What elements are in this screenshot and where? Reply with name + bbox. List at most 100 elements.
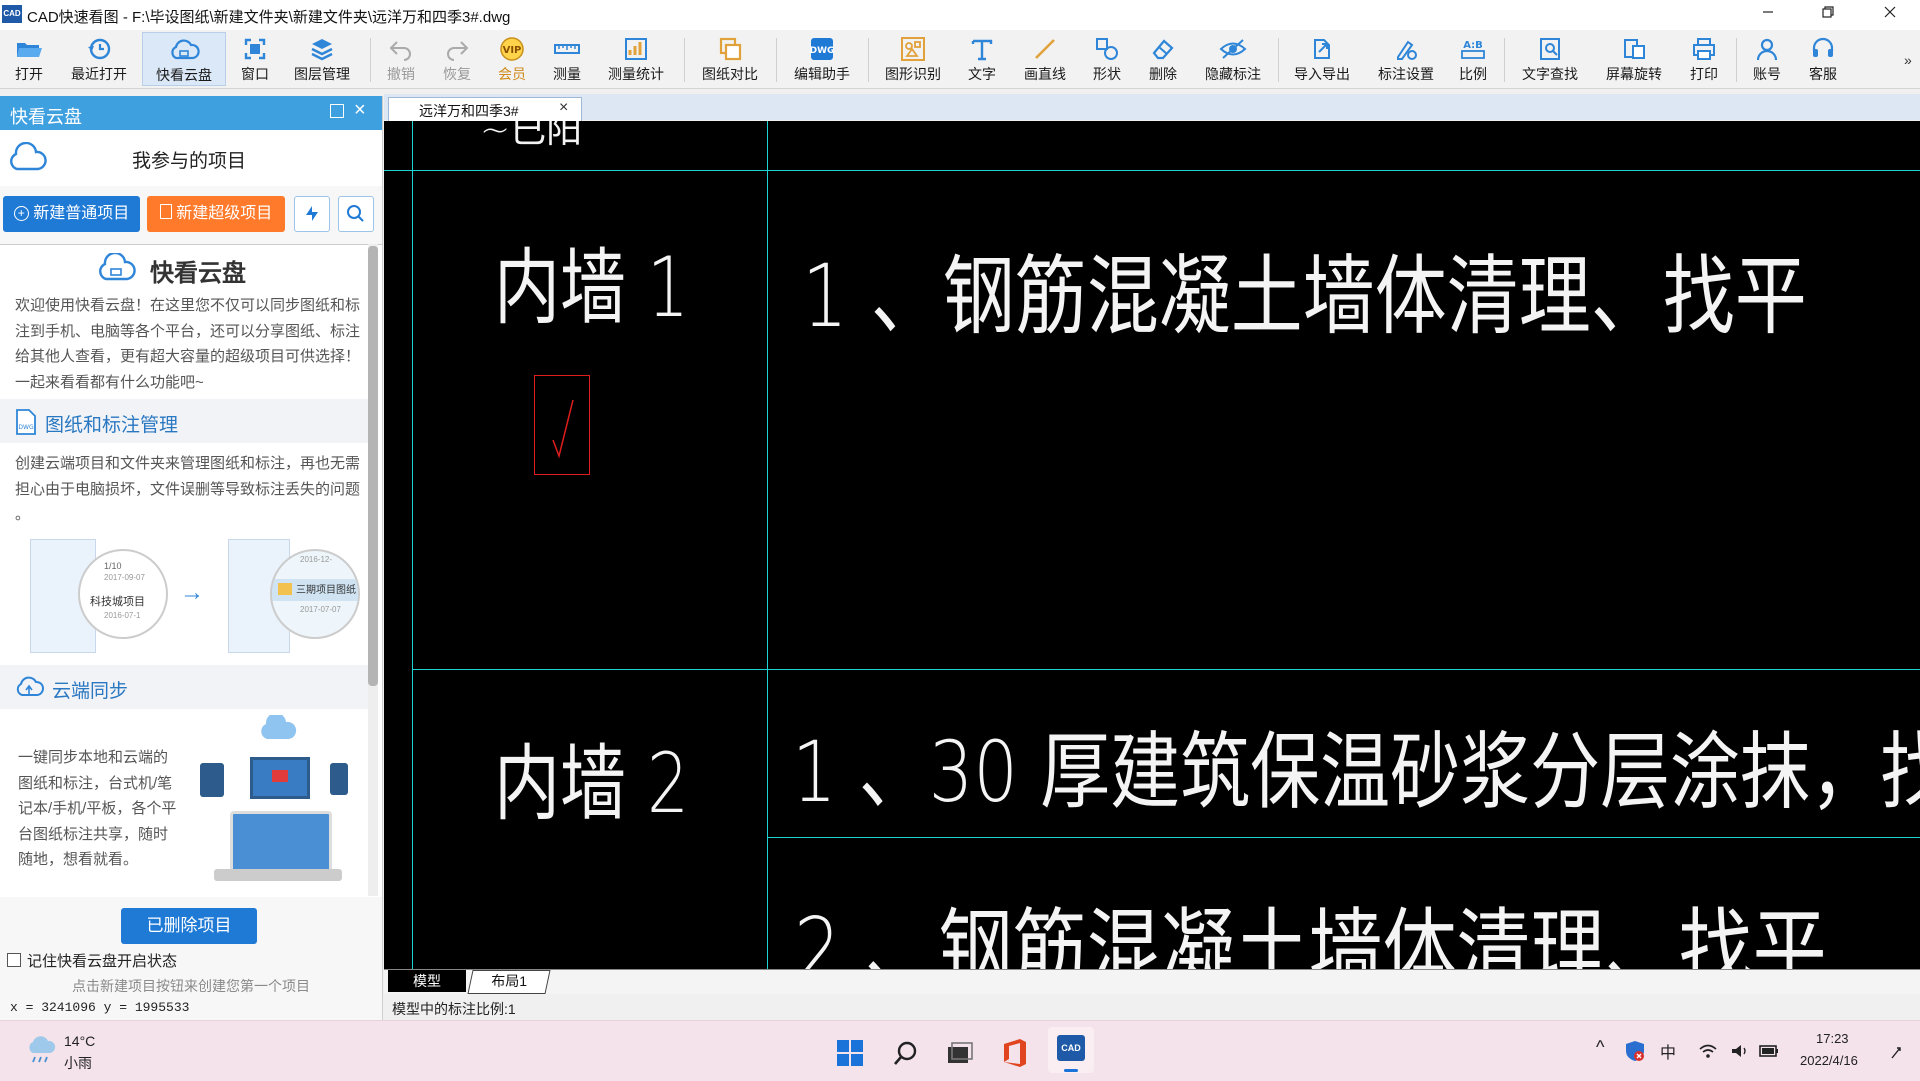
history-icon <box>88 38 111 60</box>
search-icon[interactable] <box>892 1039 920 1067</box>
volume-icon[interactable] <box>1730 1043 1750 1059</box>
toolbar-separator <box>868 38 869 82</box>
text-button[interactable]: 文字 <box>958 32 1006 86</box>
drawing-text-wall2-step2: 2 、钢筋混凝土墙体清理、找平 <box>794 899 1827 969</box>
recent-open-button[interactable]: 最近打开 <box>62 32 136 86</box>
print-button[interactable]: 打印 <box>1680 32 1728 86</box>
title-bar: CAD CAD快速看图 - F:\毕设图纸\新建文件夹\新建文件夹\远洋万和四季… <box>0 0 1920 30</box>
cloud-disk-button[interactable]: 快看云盘 <box>142 32 226 86</box>
shapes-icon <box>1096 38 1118 60</box>
measure-stats-button[interactable]: 测量统计 <box>598 32 674 86</box>
arrow-right-icon: → <box>180 579 204 606</box>
drawing-text-fragment: ~已阳 <box>480 121 583 151</box>
restore-button[interactable] <box>1800 0 1856 30</box>
plus-circle-icon: + <box>13 206 29 221</box>
tab-model[interactable]: 模型 <box>388 970 466 992</box>
cad-line <box>412 669 1920 670</box>
account-button[interactable]: 账号 <box>1744 32 1790 86</box>
customer-service-button[interactable]: 客服 <box>1800 32 1846 86</box>
empty-project-hint: 点击新建项目按钮来创建您第一个项目 <box>72 978 310 994</box>
close-button[interactable] <box>1862 0 1918 30</box>
active-app-indicator <box>1064 1069 1078 1072</box>
panel-close-icon[interactable]: × <box>354 100 366 120</box>
taskview-icon[interactable] <box>946 1039 974 1067</box>
shape-recognize-icon <box>901 37 925 61</box>
section-title: 云端同步 <box>52 681 129 702</box>
eye-hide-icon <box>1219 39 1247 59</box>
taskbar: 14°C 小雨 CAD ^ 中 17:23 2022/4/16 <box>0 1020 1920 1081</box>
cursor-coordinates: x = 3241096 y = 1995533 <box>10 1000 190 1015</box>
edit-assistant-button[interactable]: DWG 编辑助手 <box>784 32 860 86</box>
ime-indicator[interactable]: 中 <box>1660 1039 1676 1063</box>
annotation-scale-status: 模型中的标注比例:1 <box>392 1001 516 1017</box>
measure-stats-icon <box>625 38 647 60</box>
cloud-icon <box>10 142 47 171</box>
panel-header: 快看云盘 × <box>0 96 382 130</box>
draw-line-button[interactable]: 画直线 <box>1014 32 1076 86</box>
search-icon <box>347 205 364 222</box>
layers-icon <box>311 39 333 61</box>
import-export-icon <box>1314 39 1330 59</box>
rotate-screen-button[interactable]: 屏幕旋转 <box>1596 32 1672 86</box>
hide-annotations-button[interactable]: 隐藏标注 <box>1196 32 1270 86</box>
checkbox[interactable] <box>7 953 21 967</box>
close-icon[interactable]: × <box>559 99 568 117</box>
dwg-file-icon: DWG <box>16 409 36 435</box>
redo-button[interactable]: 恢复 <box>432 32 482 86</box>
window-button[interactable]: 窗口 <box>232 32 278 86</box>
weather-temperature: 14°C <box>64 1033 96 1049</box>
panel-scroll-thumb[interactable] <box>368 246 378 686</box>
cloud-icon <box>261 715 297 739</box>
minimize-button[interactable] <box>1740 0 1796 30</box>
toolbar-more-button[interactable]: » <box>1904 52 1912 68</box>
shape-recognize-button[interactable]: 图形识别 <box>876 32 950 86</box>
cloud-intro-scroll[interactable]: 快看云盘 欢迎使用快看云盘！在这里您不仅可以同步图纸和标注到手机、电脑等各个平台… <box>0 244 382 897</box>
svg-text:VIP: VIP <box>503 45 522 56</box>
import-export-button[interactable]: 导入导出 <box>1284 32 1360 86</box>
clock-time[interactable]: 17:23 <box>1816 1031 1849 1046</box>
folder-open-icon <box>17 43 42 57</box>
document-tab-label: 远洋万和四季3# <box>419 103 519 119</box>
sync-icon <box>306 206 318 221</box>
battery-icon[interactable] <box>1758 1043 1780 1059</box>
compare-button[interactable]: 图纸对比 <box>692 32 768 86</box>
delete-button[interactable]: 删除 <box>1138 32 1188 86</box>
vip-button[interactable]: VIP 会员 <box>488 32 536 86</box>
annotation-settings-button[interactable]: 标注设置 <box>1368 32 1444 86</box>
tablet-icon <box>200 763 224 797</box>
office-icon[interactable] <box>1000 1037 1030 1069</box>
panel-float-icon[interactable] <box>330 104 344 118</box>
toolbar-separator <box>1278 38 1279 82</box>
drawing-text-inner-wall-1: 内墙 1 <box>494 239 689 336</box>
tab-layout1[interactable]: 布局1 <box>467 970 551 994</box>
cloud-icon <box>171 39 200 60</box>
search-button[interactable] <box>338 196 374 232</box>
new-normal-project-button[interactable]: + 新建普通项目 <box>3 196 140 232</box>
undo-button[interactable]: 撤销 <box>376 32 426 86</box>
drawing-management-illustration: 1/10 2017-09-07 科技城项目 2016-07-1 → 2016-1… <box>30 535 370 655</box>
project-header-title: 我参与的项目 <box>132 151 247 172</box>
layer-manager-button[interactable]: 图层管理 <box>284 32 360 86</box>
close-icon <box>1884 6 1896 18</box>
security-shield-icon[interactable] <box>1624 1039 1646 1063</box>
measure-button[interactable]: 测量 <box>542 32 592 86</box>
tray-chevron-icon[interactable]: ^ <box>1596 1037 1604 1058</box>
remember-state-checkbox[interactable]: 记住快看云盘开启状态 <box>7 950 177 971</box>
text-search-icon <box>1540 38 1560 60</box>
wifi-icon[interactable] <box>1698 1043 1718 1059</box>
check-mark-box <box>534 375 590 475</box>
shapes-button[interactable]: 形状 <box>1082 32 1132 86</box>
cad-taskbar-app[interactable]: CAD <box>1048 1027 1094 1073</box>
open-button[interactable]: 打开 <box>2 32 56 86</box>
cad-drawing-canvas[interactable]: ~已阳 内墙 1 1 、钢筋混凝土墙体清理、找平 内墙 2 1 、30 厚建筑保… <box>384 121 1920 969</box>
weather-rain-icon[interactable] <box>24 1035 58 1065</box>
windows-start-icon[interactable] <box>836 1039 864 1067</box>
clock-date[interactable]: 2022/4/16 <box>1800 1053 1858 1068</box>
deleted-projects-button[interactable]: 已删除项目 <box>121 908 257 944</box>
sync-button[interactable] <box>294 196 330 232</box>
text-search-button[interactable]: 文字查找 <box>1512 32 1588 86</box>
notification-icon[interactable] <box>1886 1043 1906 1063</box>
new-super-project-button[interactable]: 新建超级项目 <box>147 196 285 232</box>
scale-button[interactable]: A:B 比例 <box>1450 32 1496 86</box>
document-tab[interactable]: 远洋万和四季3# × <box>388 97 582 122</box>
